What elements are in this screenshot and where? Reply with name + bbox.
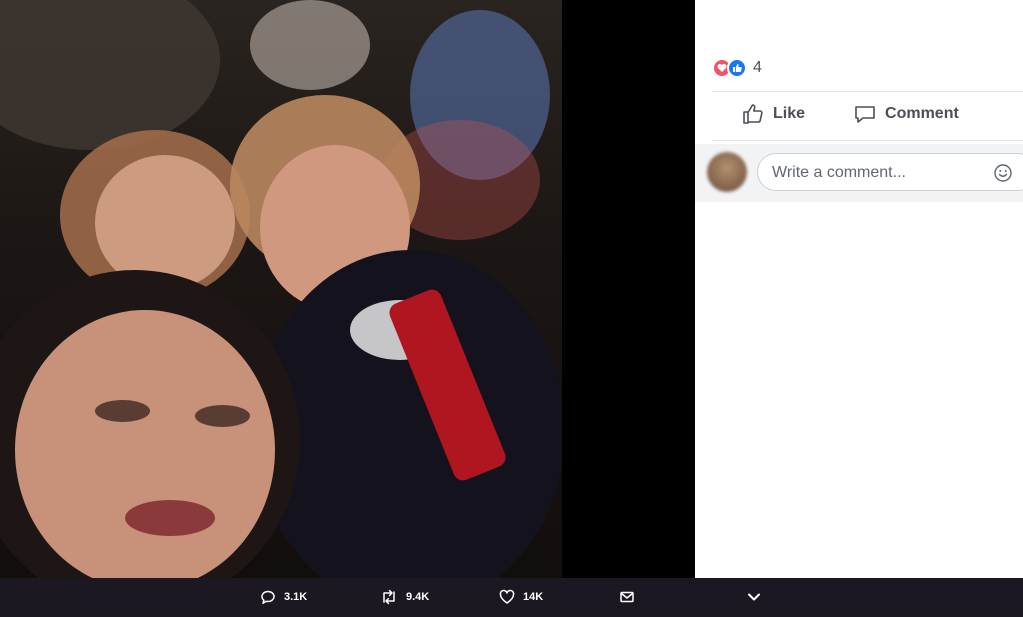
like-button[interactable]: Like <box>741 102 805 126</box>
retweet-icon <box>383 589 395 605</box>
direct-message-button[interactable] <box>619 589 643 605</box>
reply-count: 3.1K <box>284 591 308 603</box>
post-side-panel: 4 Like Comment Write a comment... <box>695 0 1023 578</box>
divider <box>712 140 1023 141</box>
retweet-button[interactable]: 9.4K <box>380 589 429 605</box>
like-count: 14K <box>523 591 544 603</box>
tweet-action-bar: 3.1K 9.4K 14K <box>0 578 1023 617</box>
more-button[interactable] <box>746 589 770 605</box>
reaction-count: 4 <box>753 59 762 76</box>
comment-input[interactable]: Write a comment... <box>757 153 1023 191</box>
retweet-count: 9.4K <box>406 591 430 603</box>
reaction-summary[interactable]: 4 <box>712 57 762 79</box>
media-viewer: 4 Like Comment Write a comment... <box>0 0 1023 578</box>
comment-label: Comment <box>885 105 959 122</box>
smiley-icon[interactable] <box>993 163 1013 183</box>
comment-button[interactable]: Comment <box>853 102 959 126</box>
heart-icon <box>499 589 515 604</box>
like-tweet-button[interactable]: 14K <box>499 589 543 605</box>
like-label: Like <box>773 105 806 122</box>
like-icon <box>727 58 747 78</box>
thumbs-up-icon <box>743 104 763 124</box>
chevron-down-icon <box>748 593 760 601</box>
reply-icon <box>261 590 275 604</box>
comment-placeholder: Write a comment... <box>772 164 906 181</box>
comment-composer: Write a comment... <box>695 144 1023 202</box>
divider <box>712 91 1023 92</box>
message-icon <box>620 591 634 603</box>
reply-button[interactable]: 3.1K <box>260 589 307 605</box>
selfie-photo[interactable] <box>0 0 562 578</box>
avatar <box>707 152 747 192</box>
speech-bubble-icon <box>855 106 875 123</box>
